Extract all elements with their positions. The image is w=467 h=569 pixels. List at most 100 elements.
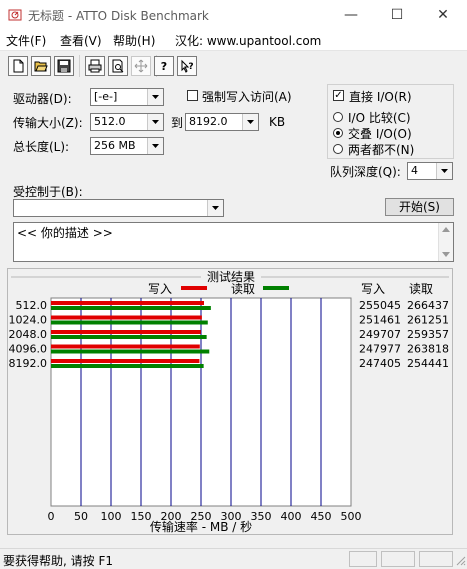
minimize-button[interactable]: — xyxy=(328,0,374,30)
x-tick-label: 350 xyxy=(251,510,272,523)
drive-select[interactable]: [-e-] xyxy=(90,88,164,106)
check-icon: ✓ xyxy=(334,89,343,101)
legend-write-label: 写入 xyxy=(148,282,172,296)
status-panel xyxy=(349,551,377,567)
transfer-from-select[interactable]: 512.0 xyxy=(90,113,164,131)
chevron-down-icon xyxy=(147,114,163,130)
neither-label: 两者都不(N) xyxy=(348,143,415,157)
maximize-button[interactable]: ☐ xyxy=(374,0,420,30)
menu-help[interactable]: 帮助(H) xyxy=(113,32,155,49)
category-label: 1024.0 xyxy=(9,314,48,327)
total-length-value: 256 MB xyxy=(94,139,136,152)
controlled-by-select[interactable] xyxy=(13,199,224,217)
queue-depth-select[interactable]: 4 xyxy=(407,162,453,180)
x-tick-label: 500 xyxy=(341,510,362,523)
to-label: 到 xyxy=(171,116,184,130)
write-value: 247405 xyxy=(359,357,401,370)
force-write-checkbox[interactable] xyxy=(187,90,198,101)
new-icon[interactable] xyxy=(8,56,28,76)
transfer-to-value: 8192.0 xyxy=(189,115,228,128)
neither-radio[interactable] xyxy=(333,144,343,154)
drive-label: 驱动器(D): xyxy=(13,92,72,106)
force-write-label: 强制写入访问(A) xyxy=(202,90,292,104)
column-header-read: 读取 xyxy=(409,282,433,296)
status-text: 要获得帮助, 请按 F1 xyxy=(3,554,113,568)
queue-depth-value: 4 xyxy=(411,164,418,177)
description-text: << 你的描述 >> xyxy=(17,226,113,240)
category-label: 512.0 xyxy=(16,299,48,312)
read-value: 263818 xyxy=(407,343,449,356)
start-button[interactable]: 开始(S) xyxy=(385,198,454,216)
description-scrollbar[interactable] xyxy=(438,223,453,261)
read-bar xyxy=(51,349,210,354)
read-value: 261251 xyxy=(407,314,449,327)
x-tick-label: 400 xyxy=(281,510,302,523)
read-bar xyxy=(51,320,208,325)
radio-selected-dot xyxy=(336,131,340,135)
status-panel xyxy=(381,551,415,567)
toolbar-separator xyxy=(79,55,80,77)
direct-io-label: 直接 I/O(R) xyxy=(349,90,412,104)
menu-view[interactable]: 查看(V) xyxy=(60,32,102,49)
legend-read-label: 读取 xyxy=(231,282,255,296)
results-chart: 测试结果 写入 读取 写入 读取 0 50 100 150 200 250 300 350 40… xyxy=(9,269,449,534)
chevron-down-icon xyxy=(207,200,223,216)
transfer-size-label: 传输大小(Z): xyxy=(13,116,83,130)
menu-file[interactable]: 文件(F) xyxy=(6,32,46,49)
category-label: 8192.0 xyxy=(9,357,48,370)
print-preview-icon[interactable] xyxy=(108,56,128,76)
status-panel xyxy=(419,551,453,567)
resize-grip-icon[interactable] xyxy=(455,555,466,566)
read-value: 266437 xyxy=(407,299,449,312)
scroll-up-icon[interactable] xyxy=(442,227,450,232)
context-help-icon[interactable]: ? xyxy=(177,56,197,76)
move-icon[interactable] xyxy=(131,56,151,76)
x-tick-label: 450 xyxy=(311,510,332,523)
x-tick-label: 100 xyxy=(101,510,122,523)
x-tick-label: 150 xyxy=(131,510,152,523)
write-value: 247977 xyxy=(359,343,401,356)
x-tick-label: 50 xyxy=(74,510,88,523)
write-bar xyxy=(51,359,200,363)
write-bar xyxy=(51,315,202,320)
column-header-write: 写入 xyxy=(361,282,385,296)
direct-io-checkbox[interactable]: ✓ xyxy=(333,90,344,101)
write-value: 255045 xyxy=(359,299,401,312)
description-textarea[interactable]: << 你的描述 >> xyxy=(13,222,454,262)
read-bar xyxy=(51,364,204,368)
open-icon[interactable] xyxy=(31,56,51,76)
write-bar xyxy=(51,344,200,349)
menu-localization-link[interactable]: 汉化: www.upantool.com xyxy=(175,32,321,49)
write-bar xyxy=(51,330,201,334)
svg-text:?: ? xyxy=(188,62,193,72)
help-icon[interactable]: ? xyxy=(154,56,174,76)
legend-write-swatch xyxy=(181,286,207,290)
x-tick-label: 0 xyxy=(48,510,55,523)
overlapped-io-label: 交叠 I/O(O) xyxy=(348,127,412,141)
scroll-down-icon[interactable] xyxy=(442,252,450,257)
kb-label: KB xyxy=(269,115,286,129)
queue-depth-label: 队列深度(Q): xyxy=(330,165,401,179)
chevron-down-icon xyxy=(436,163,452,179)
write-bar xyxy=(51,301,204,305)
io-compare-radio[interactable] xyxy=(333,112,343,122)
io-compare-label: I/O 比较(C) xyxy=(348,111,411,125)
controlled-by-label: 受控制于(B): xyxy=(13,185,83,199)
close-button[interactable]: ✕ xyxy=(420,0,466,30)
total-length-label: 总长度(L): xyxy=(13,140,70,154)
read-bar xyxy=(51,306,211,310)
app-icon xyxy=(7,7,23,23)
read-bar xyxy=(51,335,207,339)
chevron-down-icon xyxy=(147,89,163,105)
read-value: 254441 xyxy=(407,357,449,370)
transfer-to-select[interactable]: 8192.0 xyxy=(185,113,259,131)
drive-select-value: [-e-] xyxy=(94,90,118,103)
overlapped-io-radio[interactable] xyxy=(333,128,343,138)
save-icon[interactable] xyxy=(54,56,74,76)
window-title: 无标题 - ATTO Disk Benchmark xyxy=(28,9,209,23)
read-value: 259357 xyxy=(407,328,449,341)
transfer-from-value: 512.0 xyxy=(94,115,126,128)
chevron-down-icon xyxy=(242,114,258,130)
print-icon[interactable] xyxy=(85,56,105,76)
total-length-select[interactable]: 256 MB xyxy=(90,137,164,155)
